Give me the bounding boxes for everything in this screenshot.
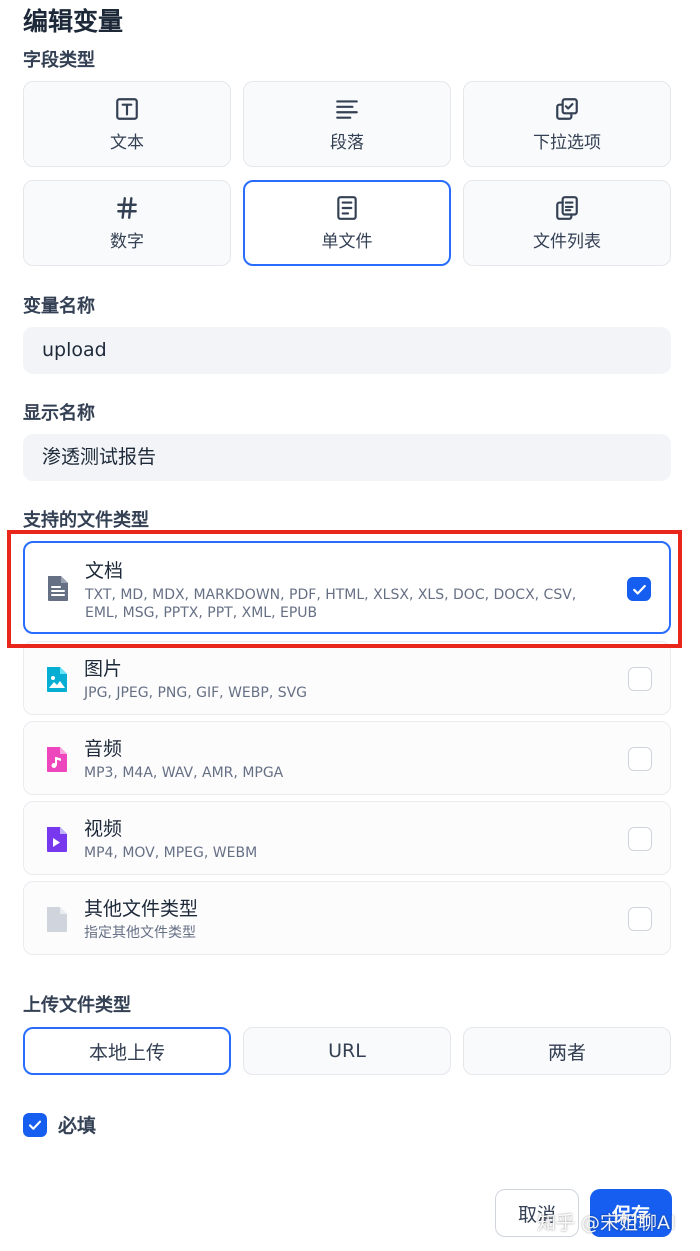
upload-method-group: 本地上传 URL 两者 [23,1027,671,1075]
audio-file-icon [47,747,67,772]
field-type-paragraph-label: 段落 [330,132,364,153]
required-label: 必填 [58,1115,97,1137]
field-type-paragraph[interactable]: 段落 [243,81,451,167]
file-types-label: 支持的文件类型 [23,510,149,531]
watermark-text: 知乎 @宋姐聊AI [537,1212,676,1234]
upload-method-url[interactable]: URL [243,1027,451,1075]
image-file-icon [47,667,67,692]
video-file-icon [47,827,67,852]
hash-icon [117,196,137,219]
checked-copy-icon [556,97,578,120]
field-type-file-list[interactable]: 文件列表 [463,180,671,266]
required-toggle[interactable]: 必填 [23,1111,96,1138]
field-type-grid: 文本 段落 下拉选项 数字 单文件 文件列表 [23,81,671,266]
paragraph-lines-icon [336,99,358,119]
file-type-image-exts: JPG, JPEG, PNG, GIF, WEBP, SVG [84,685,308,701]
file-type-other-name: 其他文件类型 [84,898,199,920]
file-type-image-checkbox[interactable] [628,667,652,691]
file-type-image[interactable]: 图片 JPG, JPEG, PNG, GIF, WEBP, SVG [23,641,671,715]
highlight-annotation-box [7,530,682,648]
field-type-number[interactable]: 数字 [23,180,231,266]
field-type-select[interactable]: 下拉选项 [463,81,671,167]
variable-name-label: 变量名称 [23,296,95,317]
file-type-video-checkbox[interactable] [628,827,652,851]
field-type-select-label: 下拉选项 [533,132,601,153]
upload-method-label: 上传文件类型 [23,995,131,1016]
checkmark-icon [28,1120,42,1130]
file-type-video[interactable]: 视频 MP4, MOV, MPEG, WEBM [23,801,671,875]
document-icon [337,195,357,220]
file-type-audio[interactable]: 音频 MP3, M4A, WAV, AMR, MPGA [23,721,671,795]
file-type-video-name: 视频 [84,818,123,840]
field-type-single-file[interactable]: 单文件 [243,180,451,266]
field-type-file-list-label: 文件列表 [533,231,601,252]
upload-method-both[interactable]: 两者 [463,1027,671,1075]
file-type-other-checkbox[interactable] [628,907,652,931]
required-checkbox[interactable] [23,1112,47,1137]
file-type-audio-checkbox[interactable] [628,747,652,771]
display-name-label: 显示名称 [23,403,95,424]
field-type-single-file-label: 单文件 [321,231,373,252]
field-type-number-label: 数字 [110,231,144,252]
file-type-image-name: 图片 [84,658,123,680]
file-type-audio-exts: MP3, M4A, WAV, AMR, MPGA [84,765,284,781]
field-type-text[interactable]: 文本 [23,81,231,167]
file-type-other-exts: 指定其他文件类型 [84,925,196,941]
field-type-text-label: 文本 [110,132,144,153]
file-type-audio-name: 音频 [84,738,123,760]
variable-name-input[interactable]: upload [23,327,671,374]
display-name-input[interactable]: 渗透测试报告 [23,434,671,481]
text-box-icon [116,97,138,120]
dialog-title: 编辑变量 [23,7,124,36]
file-type-other[interactable]: 其他文件类型 指定其他文件类型 [23,881,671,955]
other-file-icon [47,907,67,932]
document-copy-icon [556,195,578,220]
field-type-label: 字段类型 [23,50,95,71]
file-type-video-exts: MP4, MOV, MPEG, WEBM [84,845,258,861]
upload-method-local[interactable]: 本地上传 [23,1027,231,1075]
